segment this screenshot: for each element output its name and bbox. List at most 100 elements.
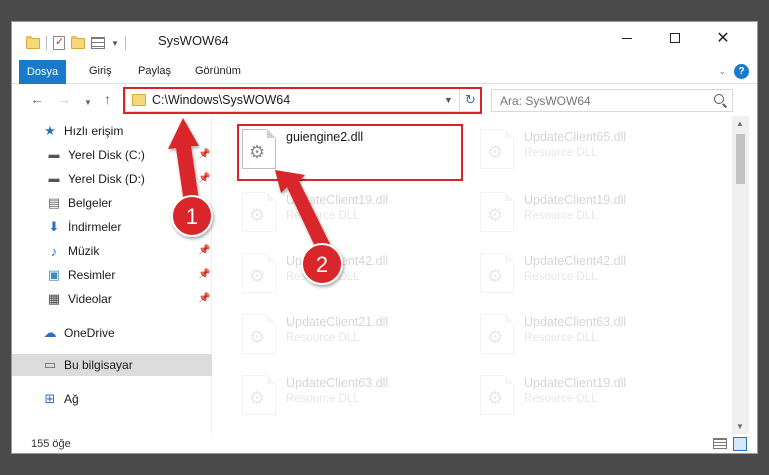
file-tile[interactable]: ⚙ UpdateClient65.dll Resource DLL bbox=[476, 125, 700, 181]
view-options-icon[interactable] bbox=[91, 37, 105, 49]
file-tile[interactable]: ⚙ UpdateClient21.dll Resource DLL bbox=[238, 310, 462, 366]
expand-ribbon-chevron-icon[interactable]: ⌄ bbox=[718, 66, 726, 77]
file-tile[interactable]: ⚙ UpdateClient63.dll Resource DLL bbox=[476, 310, 700, 366]
sidebar-item-this-pc[interactable]: ▭ Bu bilgisayar bbox=[12, 354, 212, 376]
close-button[interactable]: ✕ bbox=[700, 22, 746, 54]
star-icon: ★ bbox=[44, 123, 56, 138]
dll-file-icon: ⚙ bbox=[480, 129, 514, 169]
pin-icon[interactable]: 📌 bbox=[198, 293, 210, 304]
file-tile[interactable]: ⚙ UpdateClient63.dll Resource DLL bbox=[238, 371, 462, 427]
vertical-scrollbar[interactable]: ▲ ▼ bbox=[732, 116, 749, 434]
file-list: ⚙ guiengine2.dll ⚙ UpdateClient19.dll Re… bbox=[222, 116, 732, 434]
search-placeholder[interactable]: Ara: SysWOW64 bbox=[500, 94, 591, 108]
file-name: UpdateClient63.dll bbox=[524, 315, 627, 329]
scroll-down-icon[interactable]: ▼ bbox=[736, 422, 744, 431]
toolbar-separator bbox=[124, 36, 126, 50]
sidebar-item-label: Resimler bbox=[68, 268, 116, 282]
navigation-pane: ★ Hızlı erişim ▬ Yerel Disk (C:) 📌 ▬ Yer… bbox=[12, 116, 212, 434]
file-tile-guiengine2[interactable]: ⚙ guiengine2.dll bbox=[238, 125, 462, 181]
window-title: SysWOW64 bbox=[158, 33, 229, 48]
address-bar[interactable]: C:\Windows\SysWOW64 ▼ ↻ bbox=[125, 88, 481, 112]
tab-share[interactable]: Paylaş bbox=[138, 65, 171, 77]
file-tile[interactable]: ⚙ UpdateClient42.dll Resource DLL bbox=[238, 249, 462, 305]
forward-arrow-icon[interactable]: → bbox=[57, 92, 71, 106]
videos-icon: ▦ bbox=[47, 291, 61, 306]
file-type: Resource DLL bbox=[286, 332, 360, 344]
drive-icon: ▬ bbox=[48, 173, 60, 185]
computer-icon: ▭ bbox=[43, 357, 57, 372]
pin-icon[interactable]: 📌 bbox=[198, 173, 210, 184]
file-type: Resource DLL bbox=[524, 210, 598, 222]
pin-icon[interactable]: 📌 bbox=[198, 269, 210, 280]
dll-file-icon: ⚙ bbox=[242, 253, 276, 293]
maximize-button[interactable] bbox=[652, 22, 698, 54]
address-history-chevron-icon[interactable]: ▼ bbox=[444, 95, 453, 105]
drive-icon: ▬ bbox=[48, 149, 60, 161]
recent-locations-chevron-icon[interactable]: ▼ bbox=[84, 96, 92, 110]
gear-icon: ⚙ bbox=[487, 142, 504, 162]
close-icon: ✕ bbox=[716, 30, 730, 47]
dll-file-icon: ⚙ bbox=[242, 375, 276, 415]
file-tile[interactable]: ⚙ UpdateClient19.dll Resource DLL bbox=[238, 188, 462, 244]
pin-icon[interactable]: 📌 bbox=[198, 245, 210, 256]
tab-home[interactable]: Giriş bbox=[89, 65, 112, 77]
refresh-button[interactable]: ↻ bbox=[459, 89, 481, 111]
file-type: Resource DLL bbox=[286, 393, 360, 405]
file-type: Resource DLL bbox=[524, 393, 598, 405]
sidebar-item-network[interactable]: ⊞ Ağ bbox=[12, 388, 212, 410]
gear-icon: ⚙ bbox=[487, 327, 504, 347]
sidebar-item-quick-access[interactable]: ★ Hızlı erişim bbox=[12, 120, 212, 142]
status-bar: 155 öğe bbox=[12, 434, 757, 453]
tab-file[interactable]: Dosya bbox=[19, 60, 66, 84]
minimize-button[interactable] bbox=[604, 22, 650, 54]
refresh-icon: ↻ bbox=[465, 92, 476, 107]
sidebar-item-disk-d[interactable]: ▬ Yerel Disk (D:) 📌 bbox=[12, 168, 212, 190]
file-name: UpdateClient19.dll bbox=[524, 193, 627, 207]
file-name: UpdateClient19.dll bbox=[524, 376, 627, 390]
gear-icon: ⚙ bbox=[249, 142, 266, 162]
pin-icon[interactable]: 📌 bbox=[198, 221, 210, 232]
sidebar-item-downloads[interactable]: ⬇ İndirmeler 📌 bbox=[12, 216, 212, 238]
folder-icon bbox=[132, 94, 146, 106]
gear-icon: ⚙ bbox=[249, 205, 266, 225]
file-name: UpdateClient19.dll bbox=[286, 193, 389, 207]
file-type: Resource DLL bbox=[524, 332, 598, 344]
help-icon[interactable]: ? bbox=[734, 64, 749, 79]
address-path[interactable]: C:\Windows\SysWOW64 bbox=[152, 93, 290, 107]
file-name: UpdateClient42.dll bbox=[524, 254, 627, 268]
sidebar-item-pictures[interactable]: ▣ Resimler 📌 bbox=[12, 264, 212, 286]
dll-file-icon: ⚙ bbox=[242, 192, 276, 232]
music-icon: ♪ bbox=[50, 243, 58, 259]
sidebar-item-music[interactable]: ♪ Müzik 📌 bbox=[12, 240, 212, 262]
file-name: UpdateClient65.dll bbox=[524, 130, 627, 144]
customize-toolbar-chevron-icon[interactable]: ▼ bbox=[111, 39, 119, 48]
tab-view[interactable]: Görünüm bbox=[195, 65, 241, 77]
cloud-icon: ☁ bbox=[43, 325, 57, 340]
gear-icon: ⚙ bbox=[487, 388, 504, 408]
up-arrow-icon[interactable]: ↑ bbox=[104, 92, 111, 106]
scroll-up-icon[interactable]: ▲ bbox=[736, 119, 744, 128]
back-arrow-icon[interactable]: ← bbox=[30, 92, 44, 106]
pin-icon[interactable]: 📌 bbox=[198, 149, 210, 160]
sidebar-item-videos[interactable]: ▦ Videolar 📌 bbox=[12, 288, 212, 310]
new-folder-icon[interactable] bbox=[71, 35, 85, 49]
file-tile[interactable]: ⚙ UpdateClient42.dll Resource DLL bbox=[476, 249, 700, 305]
details-view-icon[interactable] bbox=[713, 438, 727, 449]
large-icons-view-icon[interactable] bbox=[733, 437, 747, 451]
minimize-icon bbox=[622, 37, 632, 39]
file-name: UpdateClient42.dll bbox=[286, 254, 389, 268]
quick-access-toolbar: ▼ bbox=[26, 34, 126, 52]
scrollbar-thumb[interactable] bbox=[736, 134, 745, 184]
file-tile[interactable]: ⚙ UpdateClient19.dll Resource DLL bbox=[476, 188, 700, 244]
maximize-icon bbox=[670, 33, 680, 43]
search-box[interactable]: Ara: SysWOW64 bbox=[491, 89, 733, 112]
gear-icon: ⚙ bbox=[487, 205, 504, 225]
gear-icon: ⚙ bbox=[487, 266, 504, 286]
file-tile[interactable]: ⚙ UpdateClient19.dll Resource DLL bbox=[476, 371, 700, 427]
sidebar-item-documents[interactable]: ▤ Belgeler bbox=[12, 192, 212, 214]
file-type: Resource DLL bbox=[286, 210, 360, 222]
search-icon[interactable] bbox=[714, 94, 724, 104]
sidebar-item-onedrive[interactable]: ☁ OneDrive bbox=[12, 322, 212, 344]
properties-icon[interactable] bbox=[53, 35, 65, 50]
sidebar-item-disk-c[interactable]: ▬ Yerel Disk (C:) 📌 bbox=[12, 144, 212, 166]
